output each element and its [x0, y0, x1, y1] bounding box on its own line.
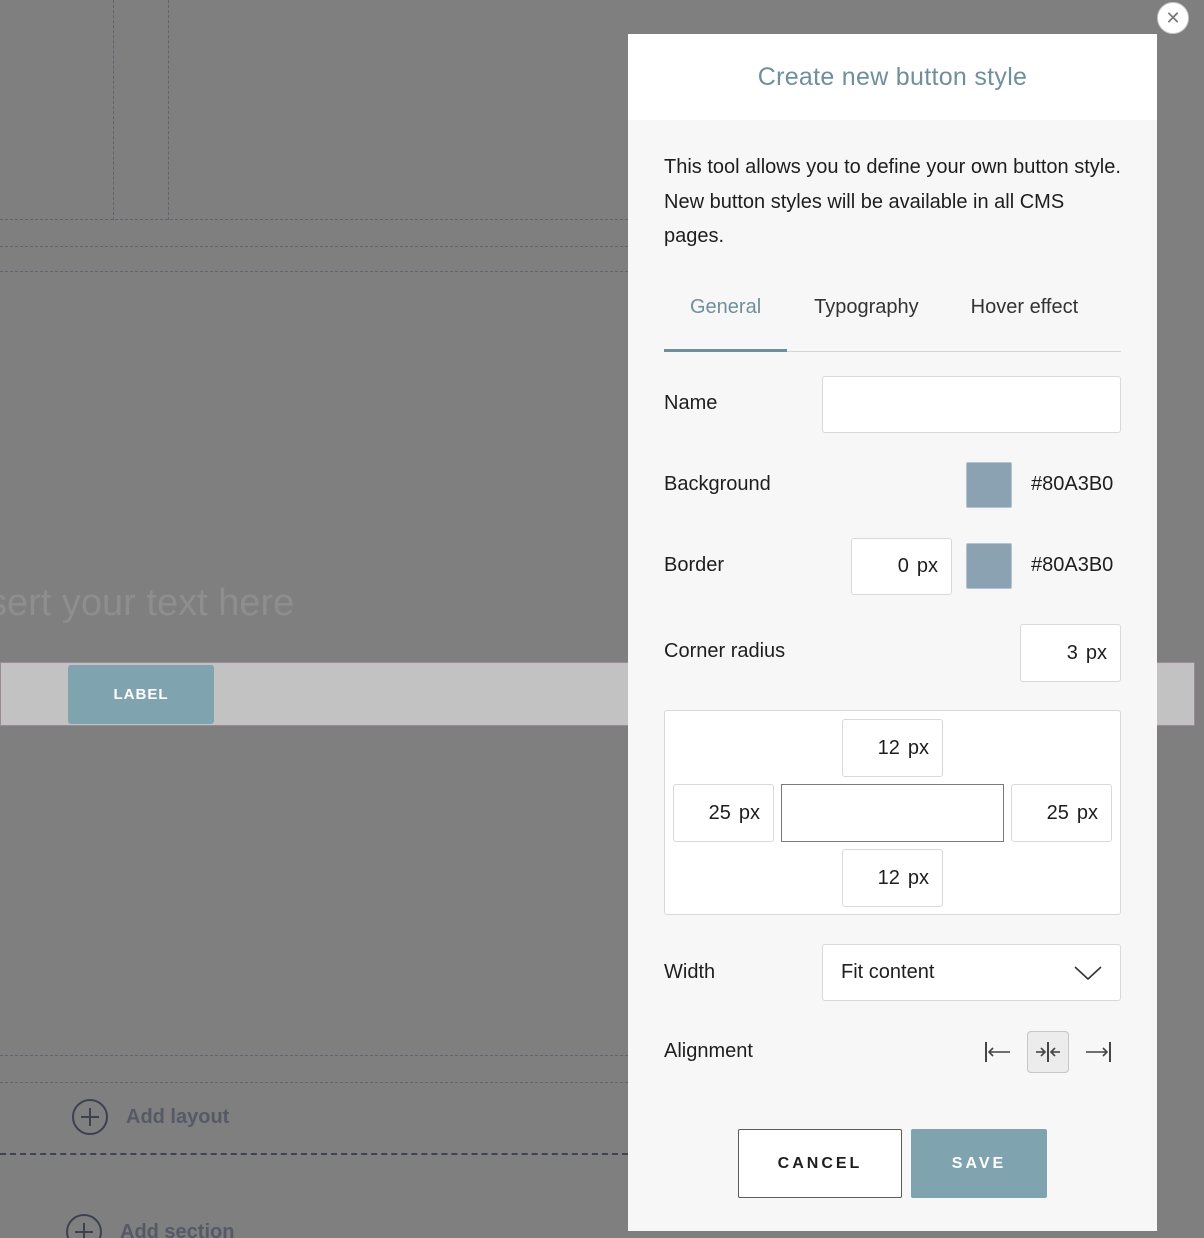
column-guide-line — [113, 0, 114, 220]
plus-circle-icon — [72, 1099, 108, 1135]
button-style-modal: Create new button style This tool allows… — [628, 34, 1157, 1231]
save-button[interactable]: SAVE — [911, 1129, 1047, 1198]
border-width-input[interactable]: 0 px — [851, 538, 952, 595]
align-left-icon — [985, 1042, 1010, 1062]
tab-bar: General Typography Hover effect — [664, 284, 1121, 352]
padding-top-input[interactable]: 12 px — [842, 719, 943, 777]
align-right-button[interactable] — [1077, 1031, 1119, 1073]
padding-left-input[interactable]: 25 px — [673, 784, 774, 842]
close-modal-button[interactable]: ✕ — [1157, 2, 1189, 34]
padding-right-input[interactable]: 25 px — [1011, 784, 1112, 842]
text-placeholder[interactable]: sert your text here — [0, 582, 294, 625]
border-color-swatch[interactable] — [966, 543, 1012, 589]
width-select[interactable]: Fit content — [822, 944, 1121, 1001]
align-center-icon — [1036, 1042, 1060, 1062]
corner-radius-unit: px — [1085, 641, 1107, 664]
background-color-swatch[interactable] — [966, 462, 1012, 508]
chevron-down-icon — [1074, 966, 1102, 981]
name-label: Name — [664, 392, 718, 414]
padding-top-unit: px — [907, 736, 929, 759]
column-guide-line — [168, 0, 169, 220]
alignment-options — [977, 1031, 1119, 1073]
preview-label-button[interactable]: LABEL — [68, 665, 214, 724]
border-label: Border — [664, 554, 725, 576]
name-input[interactable] — [822, 376, 1121, 433]
padding-bottom-unit: px — [907, 866, 929, 889]
align-right-icon — [1086, 1042, 1111, 1062]
modal-intro-text: This tool allows you to define your own … — [664, 156, 1121, 247]
modal-title: Create new button style — [757, 62, 1028, 91]
border-hex-value: #80A3B0 — [1031, 554, 1114, 576]
align-center-button[interactable] — [1027, 1031, 1069, 1073]
padding-top-value: 12 — [877, 736, 900, 759]
cancel-button[interactable]: CANCEL — [738, 1129, 902, 1198]
padding-bottom-input[interactable]: 12 px — [842, 849, 943, 907]
align-left-button[interactable] — [977, 1031, 1019, 1073]
add-layout-label: Add layout — [126, 1105, 230, 1128]
close-icon: ✕ — [1165, 7, 1181, 28]
add-section-button[interactable]: Add section — [66, 1214, 234, 1238]
row-guide-line — [0, 1055, 628, 1056]
width-selected-value: Fit content — [841, 961, 935, 983]
column-guide-line — [0, 219, 628, 220]
modal-header: Create new button style — [628, 34, 1157, 120]
background-hex-value: #80A3B0 — [1031, 473, 1114, 495]
corner-radius-label: Corner radius — [664, 640, 786, 662]
row-guide-line — [0, 246, 628, 247]
padding-bottom-value: 12 — [877, 866, 900, 889]
tab-hover-effect[interactable]: Hover effect — [945, 284, 1104, 352]
alignment-label: Alignment — [664, 1040, 753, 1062]
corner-radius-value: 3 — [1066, 641, 1078, 664]
plus-circle-icon — [66, 1214, 102, 1238]
modal-body: This tool allows you to define your own … — [628, 120, 1157, 352]
border-width-value: 0 — [897, 555, 909, 577]
border-width-unit: px — [916, 555, 938, 577]
corner-radius-input[interactable]: 3 px — [1020, 624, 1121, 682]
add-layout-button[interactable]: Add layout — [72, 1099, 229, 1135]
tab-typography[interactable]: Typography — [787, 284, 945, 352]
row-guide-line — [0, 271, 628, 272]
padding-editor: 12 px 25 px 25 px 12 px — [664, 710, 1121, 915]
padding-left-unit: px — [738, 801, 760, 824]
padding-right-value: 25 — [1046, 801, 1069, 824]
tab-general[interactable]: General — [664, 284, 788, 352]
add-section-label: Add section — [120, 1220, 235, 1238]
padding-right-unit: px — [1076, 801, 1098, 824]
width-label: Width — [664, 961, 716, 983]
section-guide-line — [0, 1153, 628, 1155]
row-guide-line — [0, 1082, 628, 1083]
background-label: Background — [664, 473, 771, 495]
padding-preview-box — [781, 784, 1004, 842]
padding-left-value: 25 — [708, 801, 731, 824]
